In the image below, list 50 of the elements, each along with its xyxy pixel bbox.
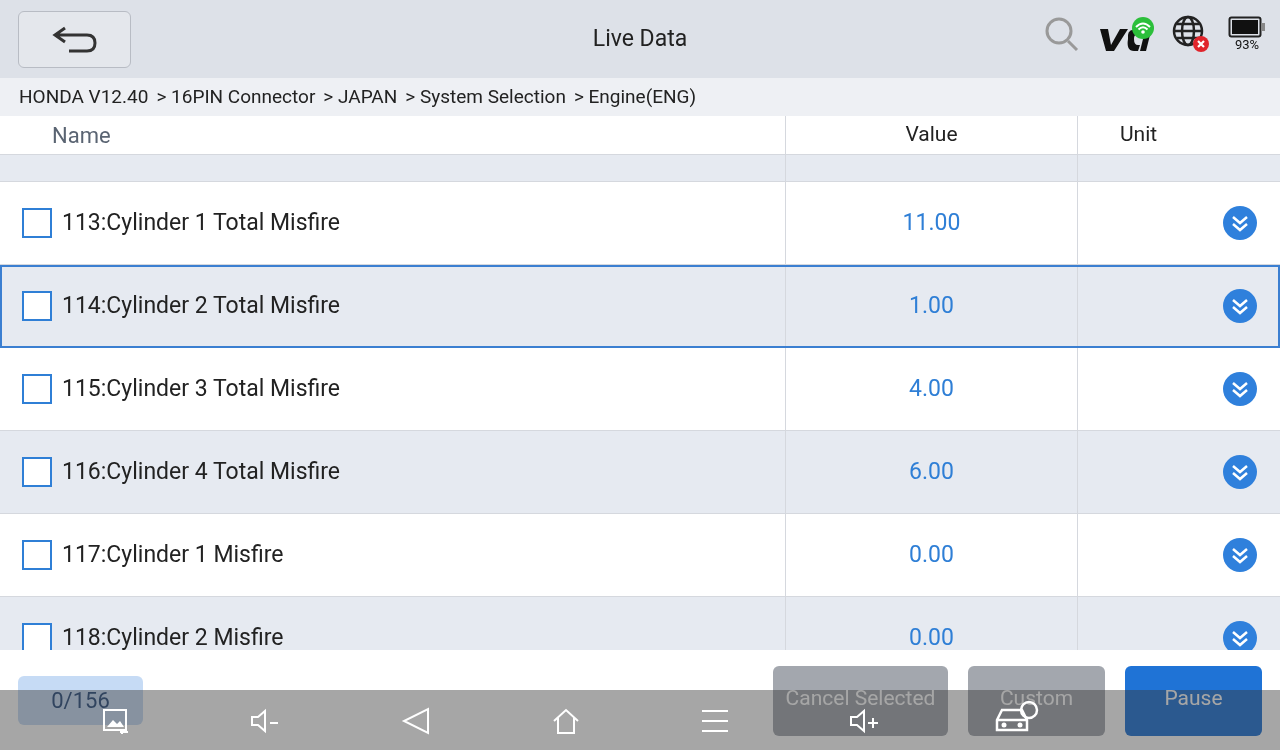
battery-percentage: 93% (1234, 38, 1260, 52)
expand-chevron-icon[interactable] (1222, 454, 1258, 490)
parameter-value: 0.00 (785, 514, 1077, 596)
parameter-name: 116:Cylinder 4 Total Misfire (62, 456, 341, 487)
table-row[interactable]: 114:Cylinder 2 Total Misfire 1.00 (0, 265, 1280, 348)
breadcrumb-item[interactable]: > System Selection (405, 82, 566, 112)
parameter-name: 115:Cylinder 3 Total Misfire (62, 373, 341, 404)
checkbox[interactable] (22, 540, 52, 570)
expand-chevron-icon[interactable] (1222, 205, 1258, 241)
selection-counter: 0/156 (18, 676, 143, 725)
breadcrumb-item[interactable]: > JAPAN (323, 82, 398, 112)
table-row[interactable]: 113:Cylinder 1 Total Misfire 11.00 (0, 182, 1280, 265)
checkbox[interactable] (22, 208, 52, 238)
parameter-name: 114:Cylinder 2 Total Misfire (62, 290, 341, 321)
expand-chevron-icon[interactable] (1222, 371, 1258, 407)
checkbox[interactable] (22, 291, 52, 321)
breadcrumb-item[interactable]: > 16PIN Connector (156, 82, 316, 112)
parameter-value: 4.00 (785, 348, 1077, 430)
breadcrumb-item[interactable]: HONDA V12.40 (19, 82, 149, 112)
back-arrow-icon (50, 24, 99, 54)
column-header: Name (51, 121, 112, 150)
parameter-value: 1.00 (785, 265, 1077, 347)
parameter-name: 113:Cylinder 1 Total Misfire (62, 207, 341, 238)
volume-up-icon[interactable] (849, 708, 881, 734)
column-header: Value (785, 116, 1077, 154)
globe-error-icon (1172, 15, 1210, 53)
checkbox[interactable] (22, 374, 52, 404)
table-row[interactable]: 117:Cylinder 1 Misfire 0.00 (0, 514, 1280, 597)
back-button[interactable] (18, 10, 131, 68)
screenshot-icon[interactable] (102, 708, 130, 734)
parameter-name: 117:Cylinder 1 Misfire (62, 539, 284, 570)
parameter-value: 11.00 (785, 182, 1077, 264)
table-row[interactable]: 116:Cylinder 4 Total Misfire 6.00 (0, 431, 1280, 514)
parameter-value: 6.00 (785, 431, 1077, 513)
table-row[interactable]: 118:Cylinder 2 Misfire 0.00 (0, 597, 1280, 650)
breadcrumb-item[interactable]: > Engine(ENG) (573, 82, 697, 112)
menu-icon[interactable] (701, 708, 729, 734)
expand-chevron-icon[interactable] (1222, 537, 1258, 573)
back-icon[interactable] (401, 707, 431, 735)
parameter-name: 118:Cylinder 2 Misfire (62, 622, 284, 650)
vci-wifi-icon (1098, 17, 1154, 51)
checkbox[interactable] (22, 623, 52, 650)
screen-title: Live Data (592, 23, 688, 54)
battery-icon (1228, 16, 1266, 38)
column-header: Unit (1077, 116, 1280, 154)
expand-chevron-icon[interactable] (1222, 288, 1258, 324)
expand-chevron-icon[interactable] (1222, 620, 1258, 650)
table-row[interactable]: 115:Cylinder 3 Total Misfire 4.00 (0, 348, 1280, 431)
home-icon[interactable] (551, 707, 581, 735)
checkbox[interactable] (22, 457, 52, 487)
